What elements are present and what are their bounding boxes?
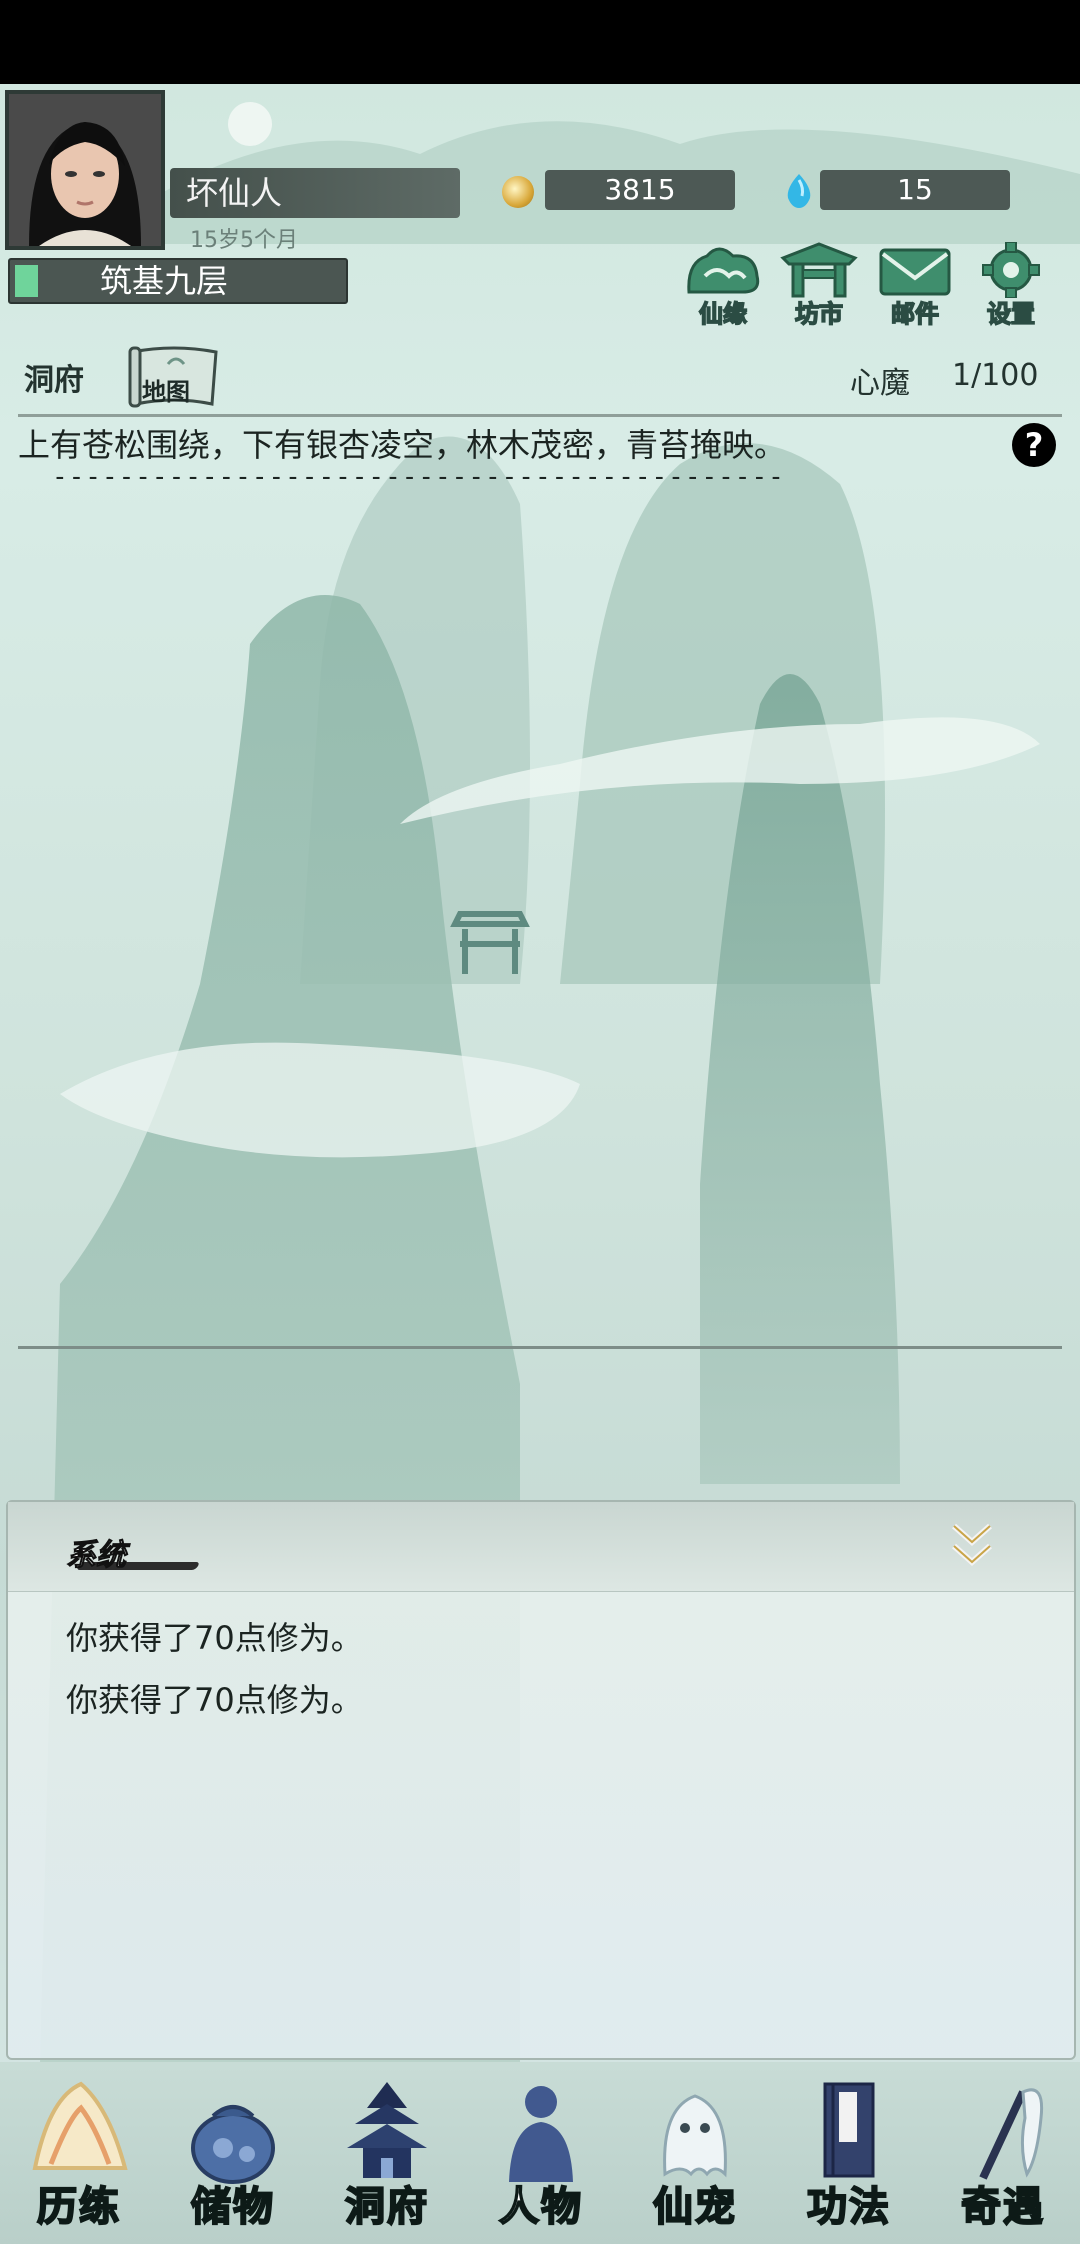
location-title: 洞府: [24, 363, 84, 398]
coin-icon: [502, 176, 534, 208]
heart-demon-value: 1/100: [952, 358, 1039, 393]
nav-cave[interactable]: 洞府: [310, 2070, 464, 2240]
nav-storage[interactable]: 储物: [156, 2070, 310, 2240]
nav-training[interactable]: 历练: [2, 2070, 156, 2240]
settings-label: 设置: [986, 299, 1036, 329]
person-silhouette-icon: [509, 2086, 573, 2182]
heart-demon-label: 心魔: [850, 366, 910, 401]
spirit-stone-icon: [787, 174, 811, 208]
ghost-pet-icon: [663, 2094, 727, 2178]
nav-cave-label: 洞府: [344, 2183, 429, 2231]
nav-pet[interactable]: 仙宠: [618, 2070, 772, 2240]
log-entry: 你获得了70点修为。: [66, 1619, 363, 1657]
nav-storage-label: 储物: [190, 2183, 275, 2231]
settings-button[interactable]: 设置: [968, 242, 1054, 332]
divider: [18, 414, 1062, 417]
nav-technique[interactable]: 功法: [772, 2070, 926, 2240]
chevron-down-icon[interactable]: [948, 1520, 996, 1572]
character-portrait: [9, 94, 161, 246]
player-name: 坏仙人: [170, 168, 460, 218]
mail-label: 邮件: [890, 299, 940, 329]
fate-label: 仙缘: [698, 299, 748, 329]
location-description: 上有苍松围绕，下有银杏凌空，林木茂密，青苔掩映。: [18, 426, 787, 464]
fate-button[interactable]: 仙缘: [680, 242, 766, 332]
coin-count: 3815: [545, 170, 735, 210]
log-entry: 你获得了70点修为。: [66, 1681, 363, 1719]
storage-bag-icon: [191, 2105, 275, 2184]
help-icon[interactable]: ?: [1012, 423, 1056, 467]
nav-character[interactable]: 人物: [464, 2070, 618, 2240]
map-button[interactable]: 地图: [128, 344, 220, 410]
scroll-book-icon: [823, 2082, 875, 2178]
mountain-scroll-icon: [32, 2081, 128, 2170]
realm-progress-fill: [15, 265, 38, 297]
nav-encounter-label: 奇遇: [960, 2183, 1045, 2231]
nav-training-label: 历练: [36, 2183, 121, 2231]
mail-button[interactable]: 邮件: [872, 242, 958, 332]
status-bar: [0, 0, 1080, 84]
nav-encounter[interactable]: 奇遇: [926, 2070, 1080, 2240]
nav-technique-label: 功法: [806, 2183, 891, 2231]
cloud-mountain-icon: [687, 247, 760, 294]
realm-label: 筑基九层: [100, 262, 229, 300]
system-log-lines: 你获得了70点修为。 你获得了70点修为。: [66, 1608, 363, 1732]
system-log-header: 系统: [8, 1502, 1074, 1592]
player-age: 15岁5个月: [190, 228, 298, 253]
gem-count: 15: [820, 170, 1010, 210]
realm-bar: 筑基九层: [8, 258, 348, 304]
brush-icon: [979, 2088, 1044, 2180]
avatar[interactable]: [5, 90, 165, 250]
system-log-title: 系统: [66, 1538, 127, 1574]
mail-icon: [879, 248, 951, 296]
nav-character-label: 人物: [498, 2183, 583, 2231]
gear-icon: [982, 242, 1040, 298]
system-log-panel: 系统 你获得了70点修为。 你获得了70点修为。: [6, 1500, 1076, 2060]
market-label: 坊市: [794, 299, 844, 329]
market-gate-icon: [780, 242, 858, 298]
text-separator: ----------------------------------------…: [52, 462, 785, 492]
market-button[interactable]: 坊市: [776, 242, 862, 332]
map-label: 地图: [142, 378, 190, 406]
pagoda-icon: [347, 2082, 427, 2178]
nav-pet-label: 仙宠: [652, 2183, 737, 2231]
